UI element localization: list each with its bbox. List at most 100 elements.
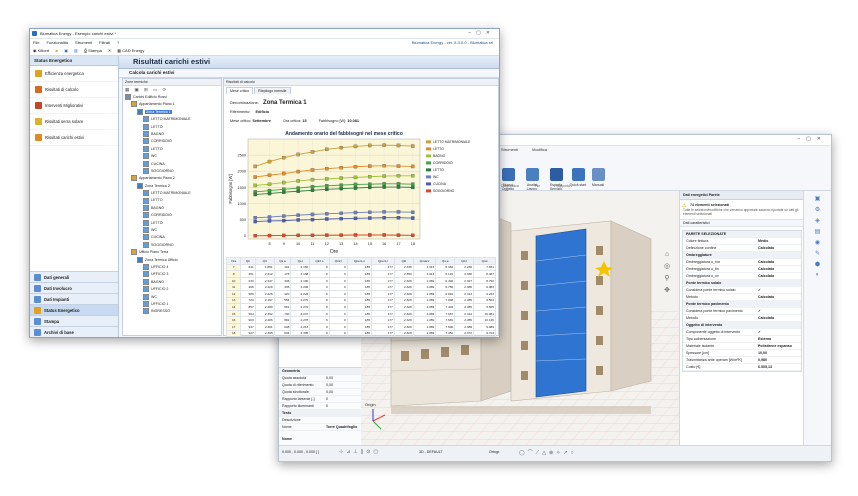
prop-row[interactable]: Rapporto larsenie [-] 0	[279, 396, 361, 403]
column-header[interactable]: Qill	[393, 257, 414, 265]
tree-room[interactable]: CORRIDOIO	[125, 212, 221, 219]
tree-group[interactable]: Carichi Edificio Rossi	[125, 94, 221, 101]
window-controls[interactable]: –▢✕	[797, 136, 827, 142]
nav-section-stampa[interactable]: Stampa	[30, 315, 118, 326]
tool-icon[interactable]: ◈	[815, 217, 820, 224]
column-header[interactable]: Qtot	[473, 257, 496, 265]
tree-room[interactable]: LETTO	[125, 197, 221, 204]
tree-room[interactable]: SOGGIORNO	[125, 241, 221, 249]
draw-tool-icons[interactable]: ◯⌒⟋△⊕✧↗○	[519, 449, 577, 456]
menu-funzionalita[interactable]: Funzionalità	[46, 39, 68, 46]
column-header[interactable]: Qinf,l	[328, 257, 348, 265]
column-header[interactable]: Qd,l	[454, 257, 475, 265]
layer-readout[interactable]: 3D - DEFAULT	[419, 450, 443, 454]
table-row[interactable]: 10 233 2.347 346 2.190 0 0 185 177 2.329 1.069 6.49…	[225, 276, 496, 285]
table-row[interactable]: 17 947 2.401 648 2.213 0 0 185 177 2.329 1.089 7.60…	[225, 322, 496, 331]
tree-room[interactable]: LETTO	[125, 123, 221, 131]
prop-row[interactable]: Spessore [cm] 10,00	[683, 350, 801, 357]
prop-row[interactable]: Metodo Calcolato	[683, 315, 801, 322]
tree-group[interactable]: Ufficio Piano Terra	[125, 249, 221, 256]
tree-room[interactable]: UFFICIO 4	[125, 264, 221, 271]
ribbon-tab[interactable]: Modifica	[532, 147, 547, 155]
window-controls[interactable]: –▢✕	[468, 29, 495, 38]
nav-section-involucro[interactable]: Dati Involucro	[30, 282, 118, 293]
column-header[interactable]: Qs,a	[273, 257, 292, 265]
tool-icon[interactable]: ⬢	[815, 261, 820, 268]
tree-room[interactable]: LETTO MATRIMONIALE	[125, 116, 221, 123]
tree-room[interactable]: BAGNO	[125, 278, 221, 286]
tree-room[interactable]: UFFICIO 1	[125, 300, 221, 308]
column-header[interactable]: Qpers,s	[346, 257, 373, 265]
tree-room[interactable]: BAGNO	[125, 204, 221, 212]
tree-room[interactable]: LETTO	[125, 145, 221, 153]
nav-section-status[interactable]: Status Energetico	[30, 304, 118, 315]
table-row[interactable]: 7 641 1.891 101 2.160 0 0 185 177 2.339 1.013 6.384…	[225, 263, 496, 272]
ortho-readout[interactable]: Ortogr.	[489, 450, 500, 454]
column-header[interactable]: Ora	[225, 257, 242, 265]
table-row[interactable]: 15 964 2.362 730 2.237 0 0 185 177 2.329 1.089 7.66…	[225, 309, 496, 318]
kitbert-button[interactable]: ◉ Kitbert	[33, 46, 49, 55]
tool-icon[interactable]: ◉	[815, 239, 820, 246]
prop-row[interactable]: Quota assoluta 0,00	[279, 375, 361, 382]
zoom-icon[interactable]: ⚲	[664, 274, 669, 282]
nav-item-efficienza[interactable]: Efficienza energetica	[30, 66, 118, 82]
tree-zone[interactable]: Zona Termica 2	[125, 182, 221, 190]
prop-row[interactable]: Nome Torre Quadrifoglio	[279, 424, 361, 431]
ribbon-button-quickstart[interactable]: Quick start	[569, 168, 587, 187]
nav-section-archivi[interactable]: Archivi di base	[30, 326, 118, 337]
prop-row[interactable]: Trasmittanza ante operam [W/m²K] 0,980	[683, 357, 801, 364]
ribbon-tab[interactable]: Strumenti	[501, 147, 518, 155]
tab-riepilogo-mensile[interactable]: Riepilogo mensile	[254, 87, 291, 94]
tree-room[interactable]: UFFICIO 3	[125, 271, 221, 278]
prop-row[interactable]: Componente oggetto di intervento ✓	[683, 329, 801, 336]
prop-row[interactable]: Costo [€] 6.505,13	[683, 364, 801, 371]
orbit-icon[interactable]: ◎	[664, 262, 670, 270]
prop-row[interactable]: Descrizione	[279, 417, 361, 424]
prop-row[interactable]: Definizione confine Calcolato	[683, 245, 801, 252]
tree-room[interactable]: CORRIDOIO	[125, 138, 221, 145]
nav-section-dati-generali[interactable]: Dati generali	[30, 271, 118, 282]
table-row[interactable]: 16 960 2.406 682 2.278 0 0 185 177 2.329 1.089 7.68…	[225, 316, 496, 324]
nav-item-serra[interactable]: Risultati serra solare	[30, 114, 118, 130]
table-row[interactable]: 18 927 2.395 636 2.305 0 0 185 177 2.329 1.089 7.45…	[225, 329, 496, 337]
nav-section-impianti[interactable]: Dati Impianti	[30, 293, 118, 304]
prop-row[interactable]: Considera ponte termico solaio ✓	[683, 287, 801, 294]
nav-item-interventi[interactable]: Interventi Migliorativi	[30, 98, 118, 114]
column-header[interactable]: Qpers,l	[371, 257, 395, 265]
tree-room[interactable]: LETTO	[125, 219, 221, 227]
selected-walls[interactable]	[535, 228, 587, 398]
pan-icon[interactable]: ✥	[664, 286, 670, 294]
nav-item-carichi[interactable]: Risultati carichi estivi	[30, 130, 118, 146]
prop-row[interactable]: Ombreggiatura o_fin Calcolato	[683, 266, 801, 273]
ribbon-button-manuali[interactable]: Manuali	[589, 168, 607, 187]
open-folder-icon[interactable]: ▰	[55, 46, 58, 55]
tree-room[interactable]: SOGGIORNO	[125, 167, 221, 175]
tree-zone[interactable]: Zona Termica 1	[125, 108, 221, 116]
menu-help[interactable]: ?	[117, 39, 119, 46]
table-row[interactable]: 8 261 2.212 178 2.168 0 0 185 177 2.350 1.013 6.191…	[225, 270, 496, 278]
column-header[interactable]: Qlt	[254, 257, 275, 265]
chart-icon[interactable]: ▥	[74, 46, 78, 55]
tree-room[interactable]: CUCINA	[125, 234, 221, 241]
prop-row[interactable]: Ombreggiatura o_hor Calcolato	[683, 259, 801, 266]
tab-mese-critico[interactable]: Mese critico	[226, 87, 254, 94]
tool-icon[interactable]: ▤	[815, 228, 821, 235]
tree-room[interactable]: WC	[125, 293, 221, 301]
print-button[interactable]: ⎙ Stampa	[84, 46, 102, 55]
tool-icon[interactable]: ⚙	[815, 206, 820, 213]
menu-strumenti[interactable]: Strumenti	[75, 39, 92, 46]
prop-row[interactable]: Colore finitura Medio	[683, 238, 801, 245]
tree-zone[interactable]: Zona Termica Ufficio	[125, 256, 221, 264]
column-header[interactable]: Qtr	[240, 257, 256, 265]
tree-toolbar[interactable]: ▦ ▣ ⊞ ▭ ⟳	[123, 86, 221, 94]
column-header[interactable]: Qmacc	[412, 257, 437, 265]
prop-row[interactable]: Considera ponte termico pavimento ✓	[683, 308, 801, 315]
tool-icon[interactable]: ✎	[815, 250, 820, 257]
tree-group[interactable]: Appartamento Piano 1	[125, 101, 221, 108]
tree-group[interactable]: Appartamento Piano 2	[125, 175, 221, 182]
tool-icon[interactable]: ◐	[816, 272, 820, 278]
table-row[interactable]: 12 586 2.226 420 2.226 0 0 185 177 2.329 1.089 6.81…	[225, 289, 496, 298]
prop-row[interactable]: Metodo Calcolato	[683, 294, 801, 301]
table-row[interactable]: 11 466 2.220 335 2.206 0 0 185 177 2.329 1.089 6.75…	[225, 283, 496, 291]
cad-button[interactable]: ▦ CAD Energy	[117, 46, 144, 55]
